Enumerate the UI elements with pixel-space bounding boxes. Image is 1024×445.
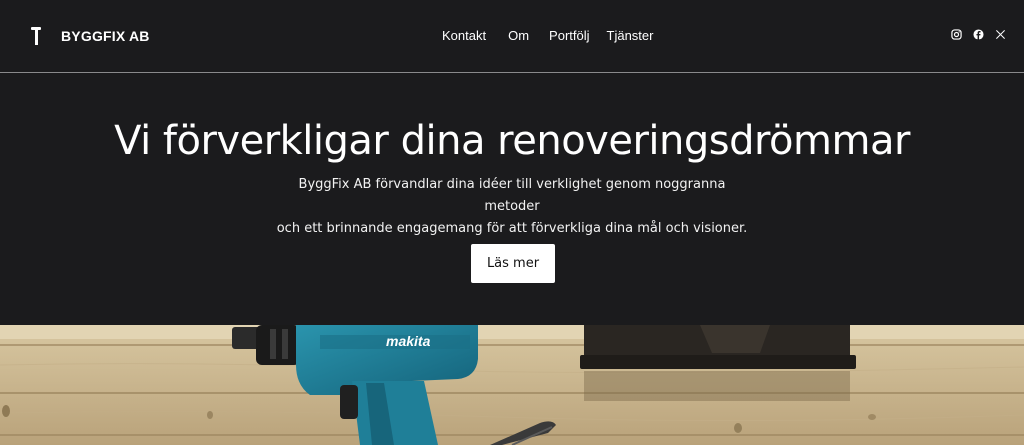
facebook-icon[interactable] (973, 29, 984, 40)
site-header: BYGGFIX AB Kontakt Om Portfölj Tjänster (0, 0, 1024, 73)
instagram-icon[interactable] (951, 29, 962, 40)
nav-link-portfolj[interactable]: Portfölj (549, 28, 589, 44)
drill-brand-label: makita (386, 333, 431, 349)
hero-subtitle-line1: ByggFix AB förvandlar dina idéer till ve… (298, 177, 726, 214)
tools-photo-illustration: makita (0, 325, 1024, 445)
social-links (951, 29, 1006, 40)
nav-link-om[interactable]: Om (508, 28, 529, 44)
main-nav: Kontakt Om Portfölj Tjänster (442, 28, 653, 44)
hammer-icon (28, 25, 44, 47)
x-icon[interactable] (995, 29, 1006, 40)
brand-name: BYGGFIX AB (61, 28, 150, 44)
hero-photo-tools: makita (0, 325, 1024, 445)
nav-link-kontakt[interactable]: Kontakt (442, 28, 486, 44)
hero-section: Vi förverkligar dina renoveringsdrömmar … (0, 74, 1024, 325)
brand-logo[interactable]: BYGGFIX AB (28, 25, 150, 47)
hero-title: Vi förverkligar dina renoveringsdrömmar (114, 118, 910, 164)
nav-link-tjanster[interactable]: Tjänster (607, 28, 654, 44)
hero-subtitle: ByggFix AB förvandlar dina idéer till ve… (272, 174, 752, 240)
read-more-button[interactable]: Läs mer (471, 244, 555, 283)
hero-subtitle-line2: och ett brinnande engagemang för att för… (276, 221, 748, 236)
